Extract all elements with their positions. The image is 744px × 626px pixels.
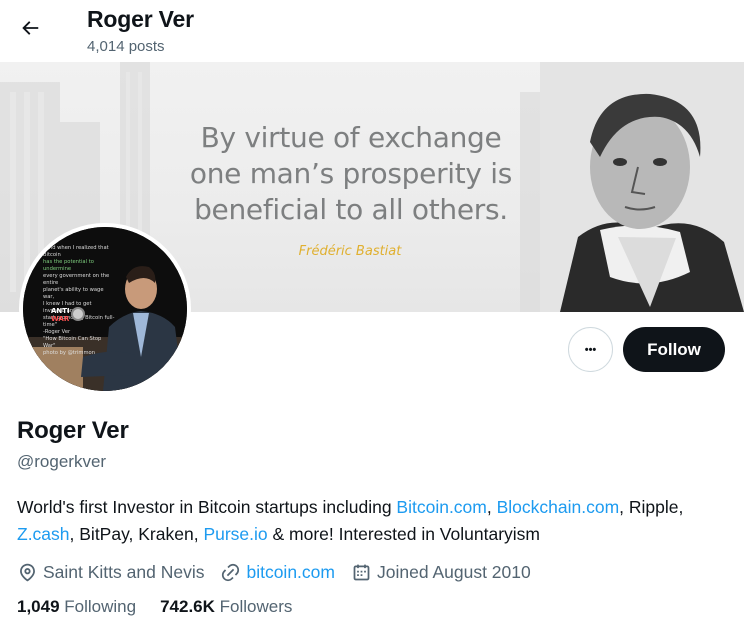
website-link[interactable]: bitcoin.com [246,562,335,583]
banner-quote: By virtue of exchange one man’s prosperi… [186,120,516,228]
following-link[interactable]: 1,049 Following [17,597,136,617]
following-count: 1,049 [17,597,60,616]
calendar-icon [353,564,370,580]
link-icon [222,563,240,581]
profile-handle: @rogerkver [17,452,107,471]
bio-link-purse[interactable]: Purse.io [203,524,267,544]
caption-line: has the potential to undermine [43,259,94,272]
quote-line: one man’s prosperity is [189,157,513,190]
bio-text: , Ripple, [619,497,684,517]
website: bitcoin.com [220,562,335,583]
badge-line: WAR [51,315,70,323]
join-date-text: Joined August 2010 [376,561,531,582]
antiwar-badge: ANTI WAR [51,307,70,323]
caption-line: "How Bitcoin Can Stop War" [43,336,102,349]
following-label: Following [64,597,137,616]
follow-counts: 1,049 Following 742.6K Followers [17,597,316,617]
avatar[interactable]: "And when I realized that Bitcoin has th… [19,223,191,395]
portrait-illustration [540,62,744,312]
bio-text: , BitPay, Kraken, [69,524,204,544]
top-bar: Roger Ver 4,014 posts [0,0,744,62]
quote-line: beneficial to all others. [194,193,508,226]
bio-text: , [486,497,497,517]
location-text: Saint Kitts and Nevis [43,561,205,582]
header-name: Roger Ver [87,6,194,32]
caption-line: "And when I realized that Bitcoin [43,245,109,258]
location-pin-icon [20,563,35,581]
avatar-image: "And when I realized that Bitcoin has th… [23,227,187,391]
quote-author: Frédéric Bastiat [298,244,402,259]
followers-label: Followers [219,597,293,616]
quote-line: By virtue of exchange [200,121,502,154]
badge-line: ANTI [51,307,70,315]
bio-link-zcash[interactable]: Z.cash [17,524,70,544]
followers-link[interactable]: 742.6K Followers [160,597,292,617]
more-options-button[interactable]: ••• [568,327,613,372]
caption-line: -Roger Ver [43,329,71,335]
caption-line: photo by @trimmon [43,350,95,356]
avatar-caption: "And when I realized that Bitcoin has th… [43,245,115,357]
badge-emblem-icon [71,307,85,321]
follow-button[interactable]: Follow [623,327,725,372]
profile-name: Roger Ver [17,417,129,444]
followers-count: 742.6K [160,597,215,616]
post-count: 4,014 posts [87,38,165,55]
bio-link-bitcoin[interactable]: Bitcoin.com [396,497,486,517]
more-icon: ••• [584,343,597,356]
bio-link-blockchain[interactable]: Blockchain.com [497,497,620,517]
back-button[interactable] [12,10,48,46]
join-date: Joined August 2010 [351,562,531,583]
caption-line: every government on the entire [43,273,110,286]
profile-bio: World's first Investor in Bitcoin startu… [17,494,717,548]
bio-text: World's first Investor in Bitcoin startu… [17,497,397,517]
caption-line: planet's ability to wage war, [43,287,104,300]
bio-text: & more! Interested in Voluntaryism [267,524,540,544]
profile-meta: Saint Kitts and Nevis bitcoin.com Joined… [17,559,547,585]
location: Saint Kitts and Nevis [17,562,204,583]
back-arrow-icon [22,21,39,35]
